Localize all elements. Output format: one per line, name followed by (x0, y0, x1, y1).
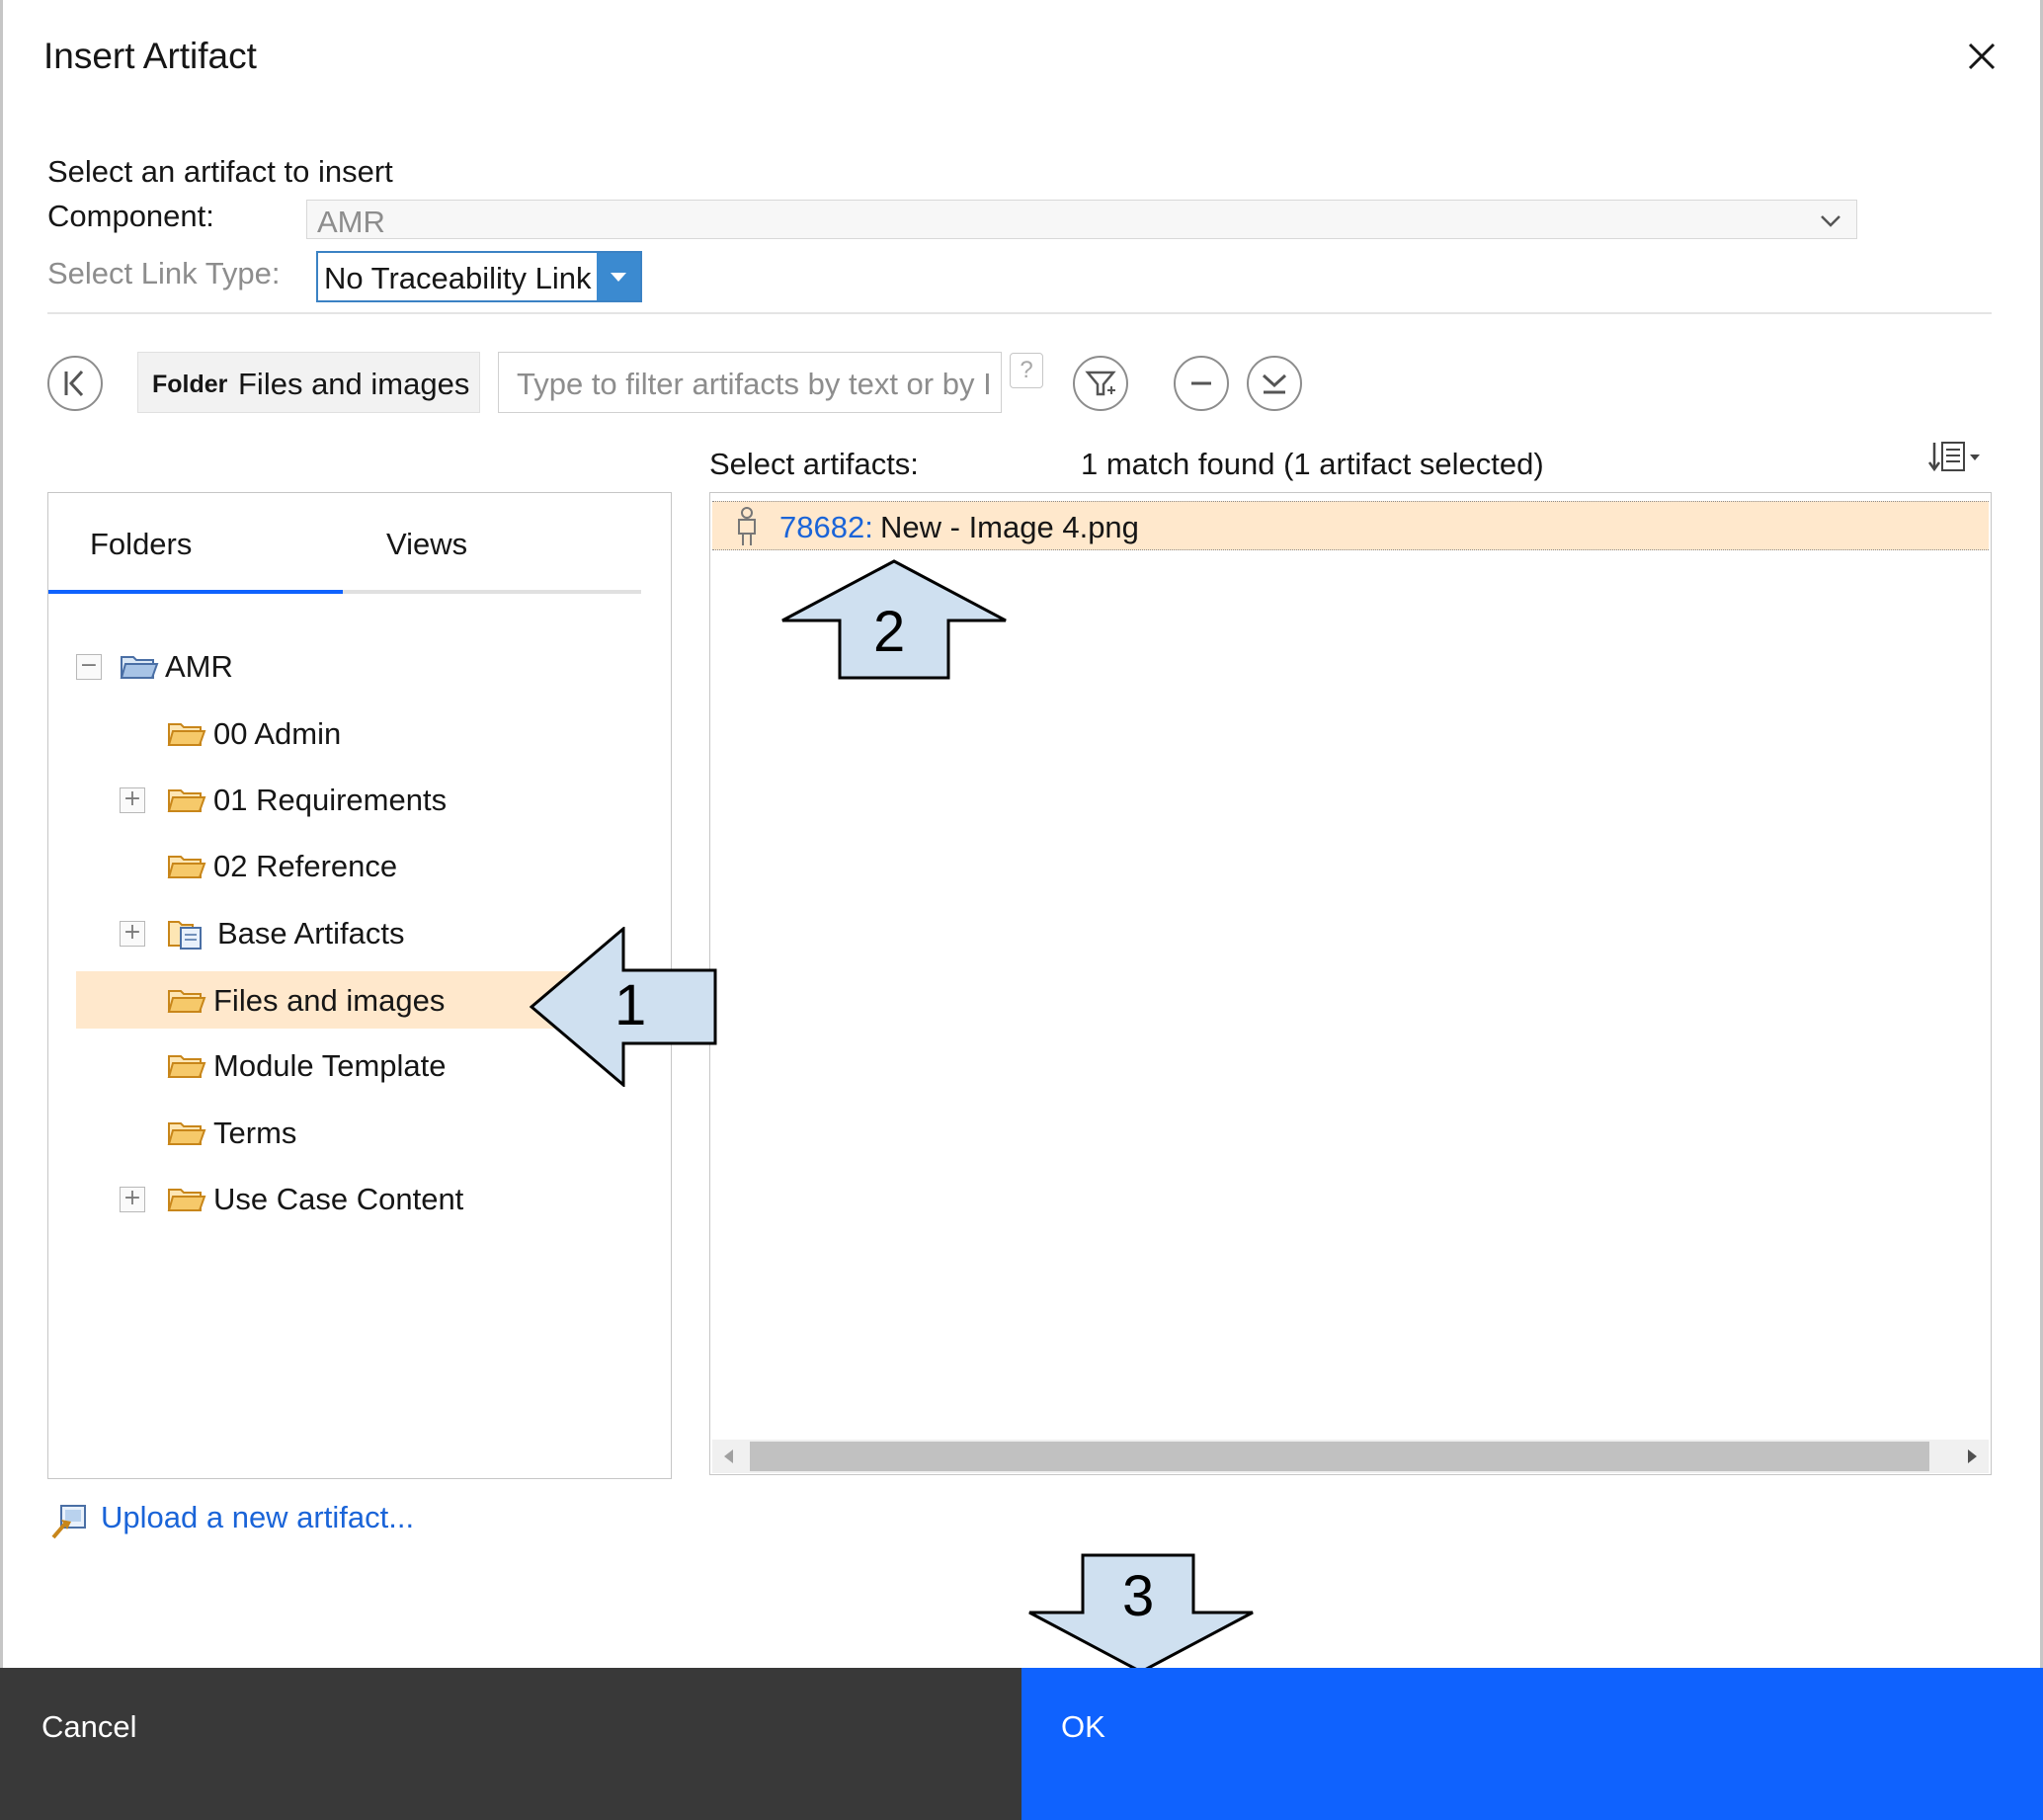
open-folder-icon (120, 656, 159, 679)
current-folder-chip: Folder Files and images (137, 352, 480, 413)
match-count: 1 match found (1 artifact selected) (1081, 447, 1544, 481)
folder-icon (167, 1055, 206, 1078)
upload-icon (51, 1505, 86, 1539)
dialog-title: Insert Artifact (43, 36, 257, 76)
callout-number: 1 (614, 973, 647, 1037)
tree-item-02-reference[interactable]: 02 Reference (76, 837, 570, 894)
folder-icon (167, 789, 206, 812)
tree-item-00-admin[interactable]: 00 Admin (76, 704, 570, 762)
folder-icon (167, 856, 206, 878)
tab-folders[interactable]: Folders (90, 527, 192, 562)
expand-all-button[interactable] (1247, 356, 1302, 411)
component-select[interactable]: AMR (306, 200, 1857, 239)
link-type-label: Select Link Type: (47, 256, 281, 290)
tree-item-base-artifacts[interactable]: + Base Artifacts (76, 904, 570, 961)
folder-name: Files and images (238, 367, 470, 401)
tree-item-label: Terms (213, 1116, 297, 1150)
active-tab-indicator (48, 590, 343, 594)
scrollbar-thumb[interactable] (750, 1442, 1929, 1471)
cancel-label: Cancel (41, 1709, 137, 1744)
artifact-name: New - Image 4.png (880, 510, 1139, 544)
collapse-panel-button[interactable] (47, 356, 103, 411)
collapse-left-icon (64, 370, 84, 397)
tree-item-label: Files and images (213, 983, 446, 1018)
tree-item-terms[interactable]: Terms (76, 1104, 570, 1161)
filter-button[interactable] (1073, 356, 1128, 411)
horizontal-scrollbar[interactable] (712, 1440, 1989, 1473)
callout-arrow-1: 1 (529, 925, 719, 1089)
tree-item-label: AMR (165, 649, 233, 684)
collapse-all-button[interactable] (1174, 356, 1229, 411)
tab-underline (48, 590, 641, 594)
tab-views[interactable]: Views (386, 527, 467, 562)
dropdown-arrow-icon[interactable] (597, 253, 640, 300)
base-artifacts-icon (168, 921, 202, 950)
expand-toggle[interactable]: + (120, 921, 145, 947)
tree-item-label: 02 Reference (213, 849, 398, 883)
tree-item-label: 00 Admin (213, 716, 342, 751)
dialog-subtitle: Select an artifact to insert (47, 154, 393, 189)
tree-item-module-template[interactable]: Module Template (76, 1036, 570, 1094)
scroll-left-icon[interactable] (724, 1449, 733, 1463)
artifact-row[interactable]: 78682: New - Image 4.png (712, 501, 1989, 550)
link-type-select[interactable]: No Traceability Link (316, 251, 642, 302)
tree-item-use-case-content[interactable]: + Use Case Content (76, 1170, 570, 1227)
help-icon[interactable]: ? (1010, 353, 1043, 388)
sort-options-icon[interactable] (1926, 439, 1986, 478)
tree-item-label: Base Artifacts (217, 916, 405, 951)
dialog-left-border (0, 0, 3, 1668)
callout-number: 2 (873, 600, 906, 664)
artifact-id-link[interactable]: 78682: (779, 510, 873, 545)
cancel-button[interactable]: Cancel (0, 1668, 1022, 1820)
component-label: Component: (47, 199, 214, 233)
folder-icon (167, 1189, 206, 1211)
tree-item-label: Module Template (213, 1048, 447, 1083)
folder-icon (167, 723, 206, 746)
component-value: AMR (317, 205, 385, 239)
callout-arrow-2: 2 (780, 559, 1008, 680)
tree-item-label: 01 Requirements (213, 783, 448, 817)
folder-icon (167, 1122, 206, 1145)
folder-kind-label: Folder (152, 371, 228, 398)
select-artifacts-label: Select artifacts: (709, 447, 919, 481)
filter-icon (1085, 371, 1116, 396)
collapse-toggle[interactable]: − (76, 654, 102, 680)
link-type-value: No Traceability Link (324, 261, 592, 295)
scroll-right-icon[interactable] (1968, 1449, 1977, 1463)
expand-toggle[interactable]: + (120, 1187, 145, 1212)
callout-number: 3 (1122, 1564, 1155, 1628)
tree-item-amr[interactable]: − AMR (76, 637, 570, 695)
callout-arrow-3: 3 (1027, 1553, 1255, 1674)
minus-icon (1191, 381, 1211, 385)
expand-toggle[interactable]: + (120, 787, 145, 813)
tree-item-label: Use Case Content (213, 1182, 464, 1216)
tree-item-01-requirements[interactable]: + 01 Requirements (76, 771, 570, 828)
close-icon[interactable] (1961, 36, 2002, 77)
filter-input[interactable]: Type to filter artifacts by text or by I (498, 352, 1002, 413)
ok-label: OK (1061, 1709, 1105, 1744)
chevron-down-icon (1821, 215, 1840, 227)
filter-placeholder: Type to filter artifacts by text or by I (517, 367, 991, 401)
ok-button[interactable]: OK (1022, 1668, 2043, 1820)
expand-down-icon (1262, 373, 1287, 394)
divider (47, 312, 1992, 314)
folder-icon (167, 990, 206, 1013)
upload-artifact-link[interactable]: Upload a new artifact... (101, 1500, 414, 1535)
tree-item-files-and-images[interactable]: Files and images (76, 971, 570, 1029)
image-artifact-icon (738, 507, 756, 545)
